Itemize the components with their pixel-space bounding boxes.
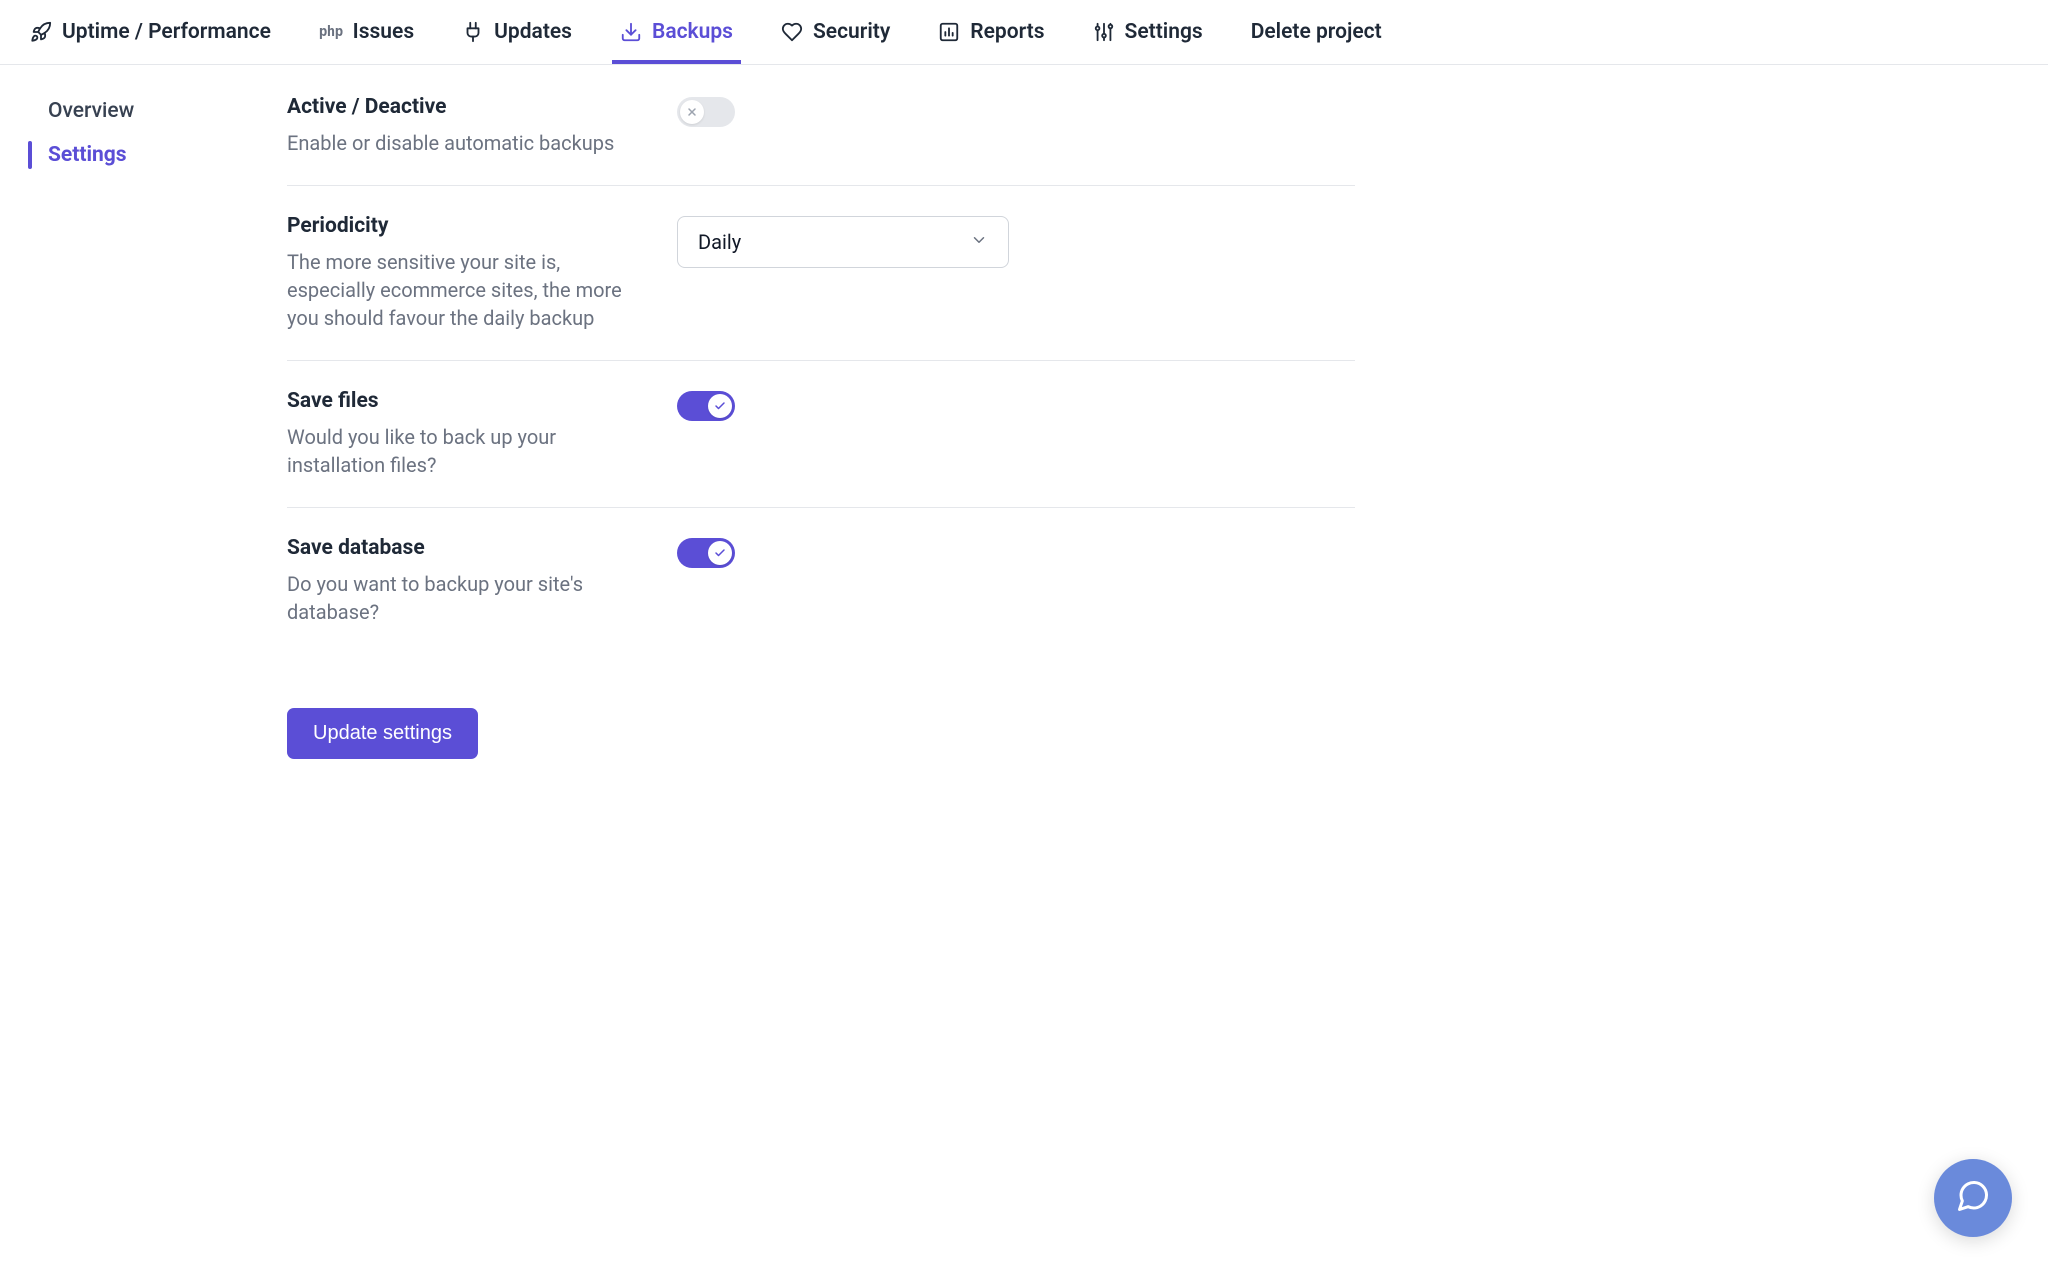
- tab-backups[interactable]: Backups: [620, 0, 733, 64]
- setting-active: Active / Deactive Enable or disable auto…: [287, 95, 1355, 186]
- toggle-save-files[interactable]: [677, 391, 735, 421]
- toggle-knob: [708, 541, 732, 565]
- tab-reports[interactable]: Reports: [938, 0, 1044, 64]
- sidebar: Overview Settings: [0, 65, 255, 1273]
- sidebar-item-overview[interactable]: Overview: [28, 91, 255, 131]
- update-settings-button[interactable]: Update settings: [287, 708, 478, 759]
- sidebar-item-label: Overview: [48, 99, 134, 123]
- setting-desc: Do you want to backup your site's databa…: [287, 570, 637, 626]
- tab-label: Backups: [652, 20, 733, 44]
- setting-text: Save database Do you want to backup your…: [287, 536, 637, 626]
- settings-form: Active / Deactive Enable or disable auto…: [255, 65, 1355, 1273]
- toggle-knob: [708, 394, 732, 418]
- tab-label: Reports: [970, 20, 1044, 44]
- tab-label: Security: [813, 20, 890, 44]
- setting-title: Active / Deactive: [287, 95, 637, 119]
- setting-text: Active / Deactive Enable or disable auto…: [287, 95, 637, 157]
- tab-label: Issues: [353, 20, 414, 44]
- setting-title: Save database: [287, 536, 637, 560]
- tab-updates[interactable]: Updates: [462, 0, 572, 64]
- sliders-icon: [1093, 21, 1115, 43]
- chart-icon: [938, 21, 960, 43]
- tab-label: Delete project: [1251, 20, 1382, 44]
- toggle-save-database[interactable]: [677, 538, 735, 568]
- rocket-icon: [30, 21, 52, 43]
- tab-label: Settings: [1125, 20, 1203, 44]
- tab-uptime-performance[interactable]: Uptime / Performance: [30, 0, 271, 64]
- top-navigation: Uptime / Performance php Issues Updates …: [0, 0, 2048, 65]
- sidebar-item-label: Settings: [48, 143, 127, 167]
- tab-label: Updates: [494, 20, 572, 44]
- heart-icon: [781, 21, 803, 43]
- toggle-active[interactable]: [677, 97, 735, 127]
- select-value: Daily: [698, 230, 741, 254]
- toggle-knob: [680, 100, 704, 124]
- setting-save-database: Save database Do you want to backup your…: [287, 508, 1355, 654]
- tab-security[interactable]: Security: [781, 0, 890, 64]
- setting-desc: Enable or disable automatic backups: [287, 129, 637, 157]
- setting-control: [677, 389, 735, 421]
- chat-icon: [1955, 1178, 1991, 1218]
- setting-control: [677, 536, 735, 568]
- setting-periodicity: Periodicity The more sensitive your site…: [287, 186, 1355, 361]
- setting-text: Periodicity The more sensitive your site…: [287, 214, 637, 332]
- setting-title: Periodicity: [287, 214, 637, 238]
- tab-issues[interactable]: php Issues: [319, 0, 414, 64]
- tab-label: Uptime / Performance: [62, 20, 271, 44]
- setting-control: Daily: [677, 214, 1009, 268]
- setting-text: Save files Would you like to back up you…: [287, 389, 637, 479]
- chevron-down-icon: [970, 230, 988, 254]
- sidebar-item-settings[interactable]: Settings: [28, 135, 255, 175]
- chat-fab[interactable]: [1934, 1159, 2012, 1237]
- setting-title: Save files: [287, 389, 637, 413]
- plug-icon: [462, 21, 484, 43]
- tab-delete-project[interactable]: Delete project: [1251, 0, 1382, 64]
- periodicity-select[interactable]: Daily: [677, 216, 1009, 268]
- setting-control: [677, 95, 735, 127]
- php-icon: php: [319, 24, 343, 40]
- tab-settings[interactable]: Settings: [1093, 0, 1203, 64]
- download-icon: [620, 21, 642, 43]
- setting-desc: Would you like to back up your installat…: [287, 423, 637, 479]
- setting-save-files: Save files Would you like to back up you…: [287, 361, 1355, 508]
- setting-desc: The more sensitive your site is, especia…: [287, 248, 637, 332]
